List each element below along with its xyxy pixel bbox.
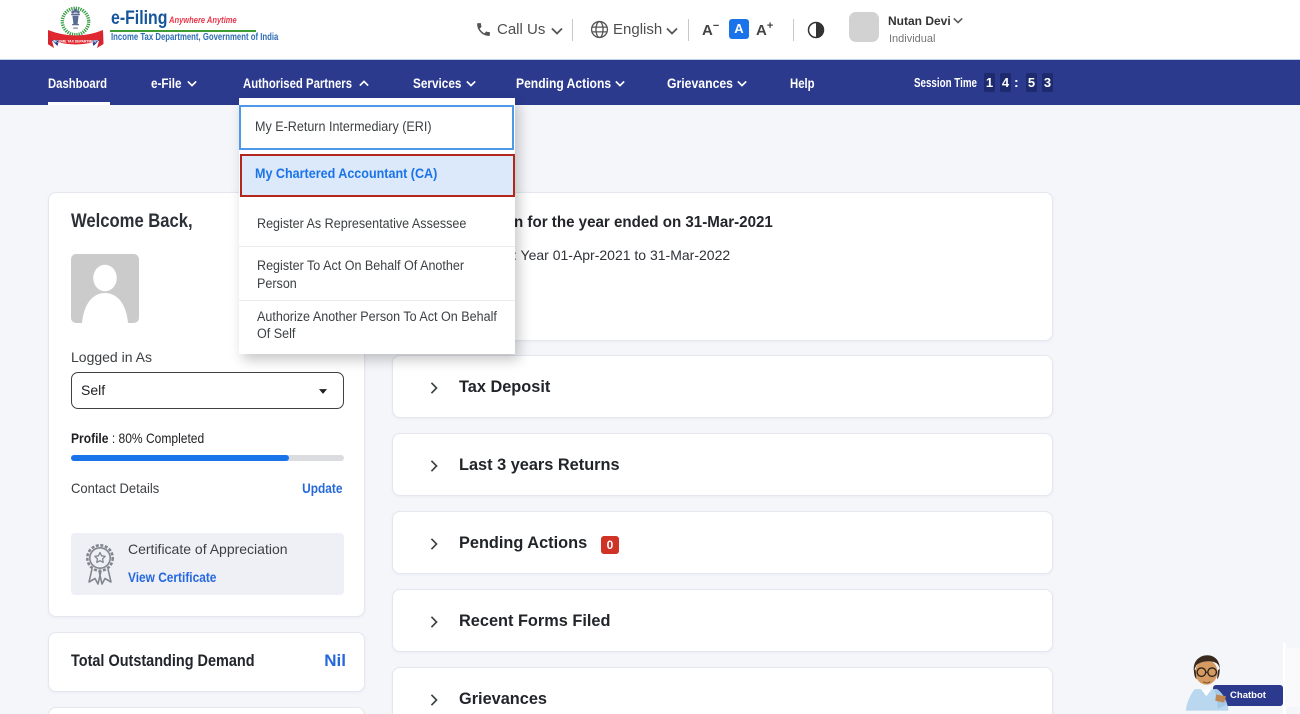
svg-text:INCOME TAX DEPARTMENT: INCOME TAX DEPARTMENT: [53, 39, 99, 43]
